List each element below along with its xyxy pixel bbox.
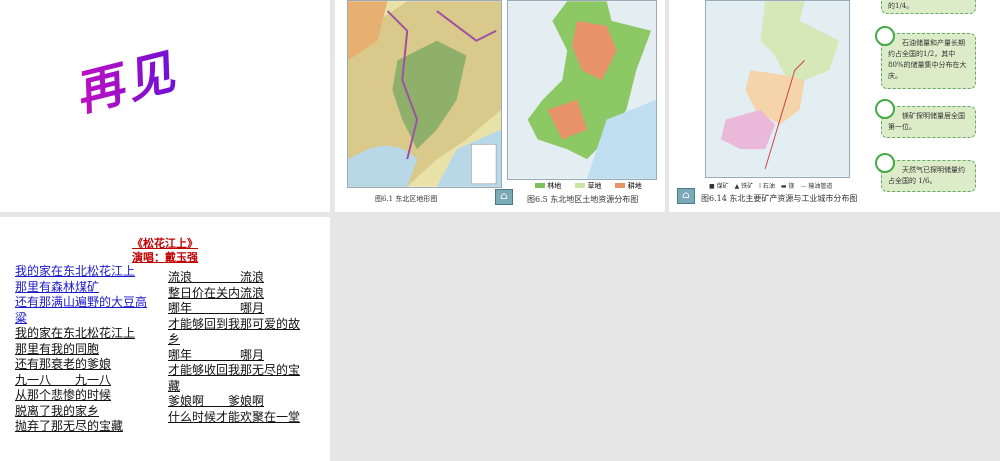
magnesium-icon [875,99,895,119]
lyric-line: 抛弃了那无尽的宝藏 [15,419,124,433]
lyric-line: 那里有我的同胞 [15,341,100,356]
lyric-line: 流浪 流浪 [168,270,265,284]
goodbye-wordart: 再见 [78,29,182,126]
legend-farmland: 耕地 [615,181,642,191]
land-resource-map [507,0,657,180]
slide-thumbnail-goodbye[interactable]: 再见 [0,0,330,212]
mineral-map [705,0,850,178]
callout-gas: 天然气已探明储量约占全国的 1/6。 [881,160,976,192]
gas-icon [875,153,895,173]
lyrics-left: 我的家在东北松花江上 那里有森林煤矿 还有那满山遍野的大豆高 粱 我的家在东北松… [15,264,160,435]
lyric-line: 才能够收回我那无尽的宝 [168,363,301,377]
slide-thumbnail-maps[interactable]: 图6.1 东北区地形图 林地 草地 耕地 ⌂ 图6.5 东北地区土地资源分布图 [335,0,665,212]
terrain-map [347,0,502,188]
lyric-link[interactable]: 粱 [15,311,160,327]
legend-forest: 林地 [535,181,561,191]
home-icon[interactable]: ⌂ [495,189,513,205]
lyric-link[interactable]: 我的家在东北松花江上 [15,264,160,280]
mineral-map-caption: 图6.14 东北主要矿产资源与工业城市分布图 [701,194,858,203]
land-legend: 林地 草地 耕地 [535,181,642,191]
lyric-line: 哪年 哪月 [168,347,265,362]
home-icon[interactable]: ⌂ [677,188,695,204]
legend-grass: 草地 [575,181,601,191]
lyric-line: 从那个悲惨的时候 [15,388,112,402]
lyric-line: 乡 [168,332,181,346]
song-singer: 演唱：戴玉强 [132,251,198,264]
lyric-line: 还有那衰老的爹娘 [15,357,112,371]
lyric-line: 整日价在关内流浪 [168,285,265,300]
lyric-line: 藏 [168,378,181,393]
lyric-line: 什么时候才能欢聚在一堂 [168,409,301,424]
lyric-line: 我的家在东北松花江上 [15,326,136,340]
lyric-line: 九一八 九一八 [15,372,112,387]
lyric-line: 才能够回到我那可爱的故 [168,316,301,331]
callout-coal: 的1/4。 [881,0,976,14]
slide-thumbnail-minerals[interactable]: ■ 煤矿 ▲ 铁矿 ǀ 石油 ▬ 镁 — 输油管道 ⌂ 图6.14 东北主要矿产… [669,0,1000,212]
terrain-map-caption: 图6.1 东北区地形图 [375,195,438,203]
lyric-line: 脱离了我的家乡 [15,403,100,418]
mineral-legend: ■ 煤矿 ▲ 铁矿 ǀ 石油 ▬ 镁 — 输油管道 [709,183,833,190]
lyric-line: 爹娘啊 爹娘啊 [168,394,265,408]
oil-icon [875,26,895,46]
callout-oil: 石油储量和产量长期约占全国的1/2，其中80%的储量集中分布在大庆。 [881,33,976,89]
callout-magnesium: 镁矿探明储量居全国第一位。 [881,106,976,138]
lyric-link[interactable]: 还有那满山遍野的大豆高 [15,295,160,311]
lyric-link[interactable]: 那里有森林煤矿 [15,280,160,296]
slide-thumbnail-lyrics[interactable]: 《松花江上》 演唱：戴玉强 我的家在东北松花江上 那里有森林煤矿 还有那满山遍野… [0,217,330,461]
lyrics-right: 流浪 流浪 整日价在关内流浪 哪年 哪月 才能够回到我那可爱的故 乡 哪年 哪月… [168,270,318,425]
land-map-caption: 图6.5 东北地区土地资源分布图 [527,195,639,204]
lyric-line: 哪年 哪月 [168,301,265,315]
